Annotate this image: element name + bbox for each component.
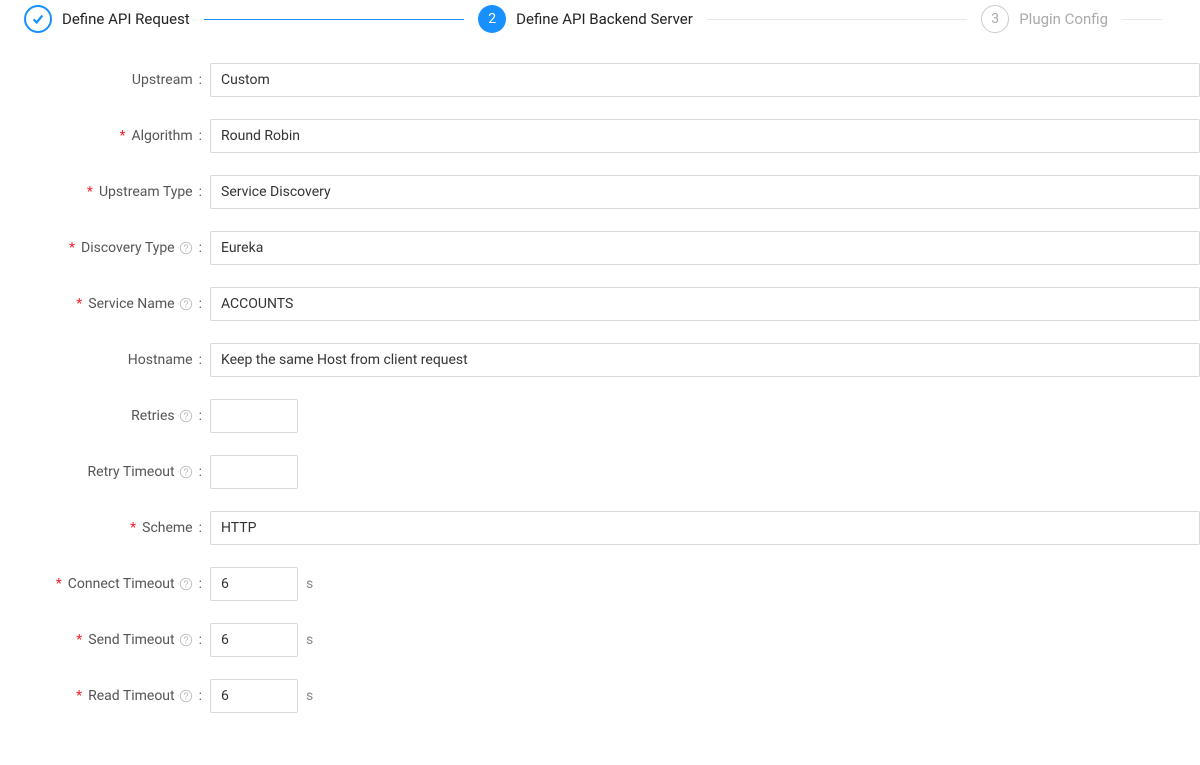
unit-label: s (306, 632, 313, 648)
step-2-circle: 2 (478, 5, 506, 33)
help-icon[interactable] (179, 241, 193, 255)
read-timeout-input[interactable] (210, 679, 298, 713)
step-3-label: Plugin Config (1019, 10, 1108, 28)
row-hostname: Hostname: Keep the same Host from client… (0, 343, 1200, 377)
label-upstream: Upstream: (0, 72, 210, 88)
scheme-select[interactable]: HTTP (210, 511, 1200, 545)
row-discovery-type: * Discovery Type : Eureka (0, 231, 1200, 265)
label-discovery-type: * Discovery Type : (0, 240, 210, 256)
label-read-timeout: * Read Timeout : (0, 688, 210, 704)
label-hostname: Hostname: (0, 352, 210, 368)
step-3[interactable]: 3 Plugin Config (981, 5, 1108, 33)
row-retries: Retries : (0, 399, 1200, 433)
send-timeout-input[interactable] (210, 623, 298, 657)
step-connector-3 (1122, 19, 1162, 20)
row-retry-timeout: Retry Timeout : (0, 455, 1200, 489)
help-icon[interactable] (179, 465, 193, 479)
algorithm-select[interactable]: Round Robin (210, 119, 1200, 153)
upstream-select[interactable]: Custom (210, 63, 1200, 97)
connect-timeout-input[interactable] (210, 567, 298, 601)
row-upstream: Upstream: Custom (0, 63, 1200, 97)
step-1-circle (24, 5, 52, 33)
step-2-label: Define API Backend Server (516, 10, 693, 28)
step-3-number: 3 (991, 11, 999, 27)
row-upstream-type: * Upstream Type: Service Discovery (0, 175, 1200, 209)
label-send-timeout: * Send Timeout : (0, 632, 210, 648)
unit-label: s (306, 688, 313, 704)
row-algorithm: * Algorithm: Round Robin (0, 119, 1200, 153)
help-icon[interactable] (179, 409, 193, 423)
row-read-timeout: * Read Timeout : s (0, 679, 1200, 713)
retry-timeout-input[interactable] (210, 455, 298, 489)
label-algorithm: * Algorithm: (0, 128, 210, 144)
step-connector-2 (707, 19, 967, 20)
label-retries: Retries : (0, 408, 210, 424)
wizard-stepper: Define API Request 2 Define API Backend … (0, 5, 1200, 63)
label-scheme: * Scheme: (0, 520, 210, 536)
step-2[interactable]: 2 Define API Backend Server (478, 5, 693, 33)
row-connect-timeout: * Connect Timeout : s (0, 567, 1200, 601)
step-2-number: 2 (488, 11, 496, 27)
service-name-input[interactable] (210, 287, 1200, 321)
backend-server-form: Upstream: Custom * Algorithm: Round Robi… (0, 63, 1200, 713)
unit-label: s (306, 576, 313, 592)
retries-input[interactable] (210, 399, 298, 433)
hostname-select[interactable]: Keep the same Host from client request (210, 343, 1200, 377)
step-3-circle: 3 (981, 5, 1009, 33)
help-icon[interactable] (179, 577, 193, 591)
step-1-label: Define API Request (62, 10, 190, 28)
discovery-type-select[interactable]: Eureka (210, 231, 1200, 265)
step-connector-1 (204, 19, 464, 20)
row-scheme: * Scheme: HTTP (0, 511, 1200, 545)
help-icon[interactable] (179, 633, 193, 647)
label-connect-timeout: * Connect Timeout : (0, 576, 210, 592)
label-retry-timeout: Retry Timeout : (0, 464, 210, 480)
help-icon[interactable] (179, 689, 193, 703)
row-service-name: * Service Name : (0, 287, 1200, 321)
step-1[interactable]: Define API Request (24, 5, 190, 33)
label-service-name: * Service Name : (0, 296, 210, 312)
label-upstream-type: * Upstream Type: (0, 184, 210, 200)
check-icon (31, 12, 45, 26)
upstream-type-select[interactable]: Service Discovery (210, 175, 1200, 209)
help-icon[interactable] (179, 297, 193, 311)
row-send-timeout: * Send Timeout : s (0, 623, 1200, 657)
